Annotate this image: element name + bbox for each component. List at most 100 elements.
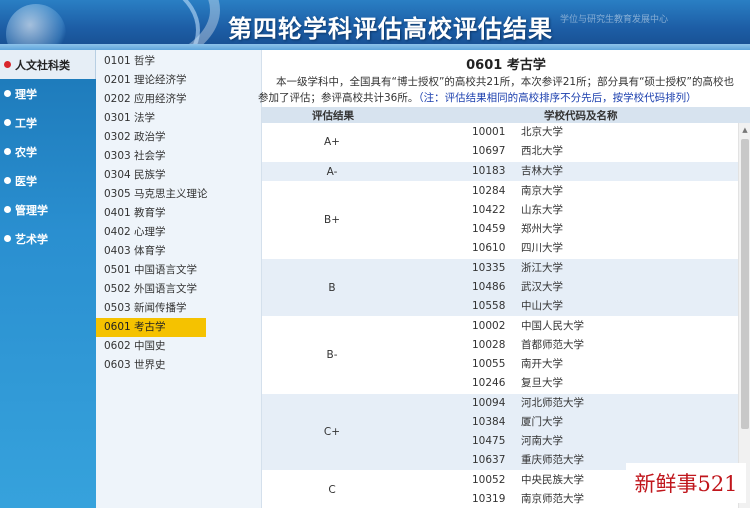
grade-group: A- 10183 吉林大学 — [262, 162, 738, 182]
school-code: 10637 — [472, 454, 506, 466]
intro-text: 本一级学科中，全国具有“博士授权”的高校共21所，本次参评21所；部分具有“硕士… — [258, 74, 748, 106]
category-label: 工学 — [15, 116, 37, 130]
subject-item[interactable]: 0502 外国语言文学 — [96, 280, 206, 299]
category-label: 艺术学 — [15, 232, 48, 246]
table-row: 10028 首都师范大学 — [262, 336, 738, 355]
school-code: 10284 — [472, 185, 506, 197]
school-name: 四川大学 — [521, 242, 563, 254]
subject-item[interactable]: 0503 新闻传播学 — [96, 299, 206, 318]
school-code: 10183 — [472, 165, 506, 177]
school-code: 10319 — [472, 493, 506, 505]
subject-item[interactable]: 0403 体育学 — [96, 242, 206, 261]
subject-item[interactable]: 0402 心理学 — [96, 223, 206, 242]
category-item[interactable]: 工学 — [0, 108, 96, 137]
bullet-icon — [4, 90, 11, 97]
subject-item[interactable]: 0601 考古学 — [96, 318, 206, 337]
category-item[interactable]: 农学 — [0, 137, 96, 166]
school-name: 厦门大学 — [521, 416, 563, 428]
scroll-thumb[interactable] — [741, 139, 749, 429]
school-name: 山东大学 — [521, 204, 563, 216]
school-code: 10610 — [472, 242, 506, 254]
table-row: 10001 北京大学 — [262, 123, 738, 142]
school-name: 南京大学 — [521, 185, 563, 197]
category-label: 医学 — [15, 174, 37, 188]
school-code: 10055 — [472, 358, 506, 370]
table-row: 10697 西北大学 — [262, 142, 738, 161]
intro-line-1: 本一级学科中，全国具有“博士授权”的高校共21所，本次参评21所；部分具有“硕士… — [276, 76, 734, 88]
subject-item[interactable]: 0101 哲学 — [96, 52, 206, 71]
table-row: 10384 厦门大学 — [262, 413, 738, 432]
school-name: 中山大学 — [521, 300, 563, 312]
category-item[interactable]: 理学 — [0, 79, 96, 108]
bullet-icon — [4, 177, 11, 184]
subject-item[interactable]: 0304 民族学 — [96, 166, 206, 185]
swoosh-decoration-inner — [20, 0, 200, 50]
subject-item[interactable]: 0501 中国语言文学 — [96, 261, 206, 280]
grade-group: C+ 10094 河北师范大学 10384 厦门大学 10475 河南大学 10637 重庆师范… — [262, 394, 738, 471]
table-row: 10094 河北师范大学 — [262, 394, 738, 413]
table-row: 10055 南开大学 — [262, 355, 738, 374]
category-item[interactable]: 人文社科类 — [0, 50, 96, 79]
subject-item[interactable]: 0401 教育学 — [96, 204, 206, 223]
subject-item[interactable]: 0201 理论经济学 — [96, 71, 206, 90]
table-row: 10610 四川大学 — [262, 239, 738, 258]
column-header-school: 学校代码及名称 — [544, 110, 618, 122]
school-name: 中央民族大学 — [521, 474, 584, 486]
subject-item[interactable]: 0302 政治学 — [96, 128, 206, 147]
table-row: 10284 南京大学 — [262, 182, 738, 201]
school-name: 中国人民大学 — [521, 320, 584, 332]
category-label: 管理学 — [15, 203, 48, 217]
subject-title: 0601 考古学 — [466, 58, 546, 73]
school-name: 吉林大学 — [521, 165, 563, 177]
school-name: 首都师范大学 — [521, 339, 584, 351]
scrollbar[interactable]: ▲ — [738, 123, 750, 508]
table-row: 10558 中山大学 — [262, 297, 738, 316]
bullet-icon — [4, 235, 11, 242]
school-code: 10052 — [472, 474, 506, 486]
grade-group: B 10335 浙江大学 10486 武汉大学 10558 中山大学 — [262, 259, 738, 317]
intro-line-2: 参加了评估；参评高校共计36所。（注：评估结果相同的高校排序不分先后，按学校代码… — [258, 90, 748, 106]
school-code: 10475 — [472, 435, 506, 447]
school-name: 浙江大学 — [521, 262, 563, 274]
subject-item[interactable]: 0602 中国史 — [96, 337, 206, 356]
category-label: 理学 — [15, 87, 37, 101]
school-code: 10486 — [472, 281, 506, 293]
subject-item[interactable]: 0303 社会学 — [96, 147, 206, 166]
intro-line-2-text: 参加了评估；参评高校共计36所。 — [258, 92, 419, 104]
table-row: 10335 浙江大学 — [262, 259, 738, 278]
school-name: 西北大学 — [521, 145, 563, 157]
results-table-header: 评估结果 学校代码及名称 — [262, 107, 750, 123]
subject-item[interactable]: 0305 马克思主义理论 — [96, 185, 208, 204]
school-name: 郑州大学 — [521, 223, 563, 235]
bullet-icon — [4, 61, 11, 68]
watermark-text: 新鲜事521 — [634, 472, 738, 496]
school-code: 10001 — [472, 126, 506, 138]
school-code: 10384 — [472, 416, 506, 428]
school-code: 10002 — [472, 320, 506, 332]
school-name: 南开大学 — [521, 358, 563, 370]
category-item[interactable]: 医学 — [0, 166, 96, 195]
page-title: 第四轮学科评估高校评估结果 — [228, 15, 553, 43]
bullet-icon — [4, 119, 11, 126]
table-row: 10183 吉林大学 — [262, 162, 738, 181]
school-code: 10246 — [472, 377, 506, 389]
scroll-up-arrow-icon[interactable]: ▲ — [739, 123, 750, 137]
subject-item[interactable]: 0603 世界史 — [96, 356, 206, 375]
school-name: 河南大学 — [521, 435, 563, 447]
grade-group: B- 10002 中国人民大学 10028 首都师范大学 10055 南开大学 10246 复旦… — [262, 317, 738, 394]
table-row: 10459 郑州大学 — [262, 220, 738, 239]
subject-item[interactable]: 0202 应用经济学 — [96, 90, 206, 109]
table-row: 10002 中国人民大学 — [262, 317, 738, 336]
subject-item[interactable]: 0301 法学 — [96, 109, 206, 128]
header-banner: 第四轮学科评估高校评估结果 学位与研究生教育发展中心 — [0, 0, 750, 50]
school-name: 北京大学 — [521, 126, 563, 138]
school-code: 10335 — [472, 262, 506, 274]
bullet-icon — [4, 206, 11, 213]
school-name: 复旦大学 — [521, 377, 563, 389]
school-code: 10028 — [472, 339, 506, 351]
grade-group: B+ 10284 南京大学 10422 山东大学 10459 郑州大学 10610 四川大学 — [262, 182, 738, 259]
category-item[interactable]: 艺术学 — [0, 224, 96, 253]
grade-group: A+ 10001 北京大学 10697 西北大学 — [262, 123, 738, 162]
category-sidebar: 人文社科类理学工学农学医学管理学艺术学 — [0, 50, 96, 508]
category-item[interactable]: 管理学 — [0, 195, 96, 224]
